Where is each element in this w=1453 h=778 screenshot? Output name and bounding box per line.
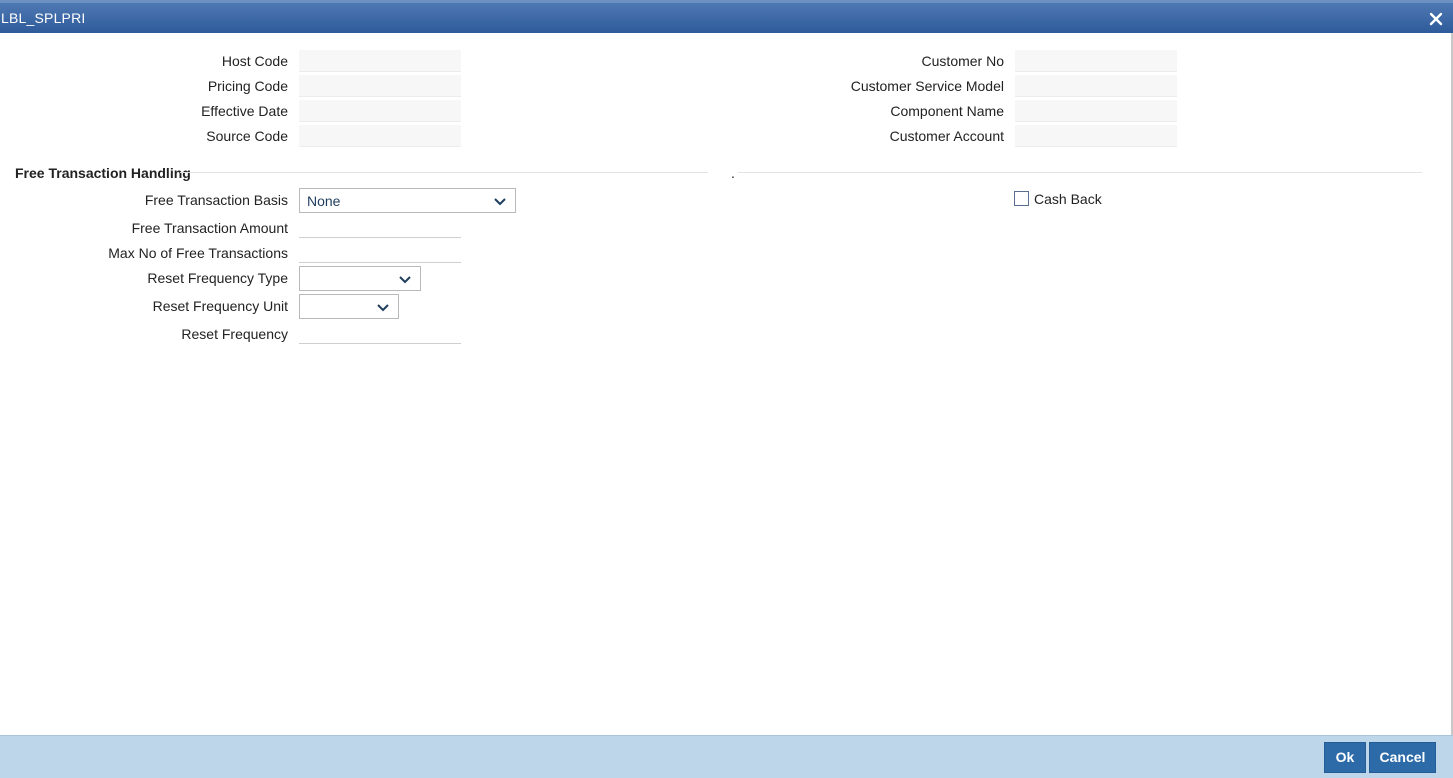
customer-account-label: Customer Account [889, 128, 1004, 144]
max-free-transactions-input[interactable] [299, 239, 461, 263]
customer-no-field [1015, 50, 1177, 72]
reset-frequency-type-label: Reset Frequency Type [147, 270, 288, 286]
section-divider-right [738, 172, 1422, 173]
reset-frequency-input[interactable] [299, 320, 461, 344]
source-code-field [299, 125, 461, 147]
cancel-button[interactable]: Cancel [1369, 742, 1436, 773]
effective-date-label: Effective Date [201, 103, 288, 119]
reset-frequency-label: Reset Frequency [181, 326, 288, 342]
pricing-code-label: Pricing Code [207, 78, 288, 94]
chevron-down-icon [398, 273, 412, 285]
section-divider-left [180, 172, 708, 173]
customer-service-model-label: Customer Service Model [850, 78, 1004, 94]
max-free-transactions-label: Max No of Free Transactions [108, 245, 288, 261]
reset-frequency-unit-label: Reset Frequency Unit [152, 298, 288, 314]
section-title: Free Transaction Handling [15, 165, 191, 181]
pricing-code-field [299, 75, 461, 97]
cash-back-checkbox[interactable] [1014, 191, 1029, 206]
customer-no-label: Customer No [921, 53, 1004, 69]
chevron-down-icon [493, 195, 507, 207]
free-transaction-amount-input[interactable] [299, 214, 461, 238]
free-transaction-amount-label: Free Transaction Amount [131, 220, 288, 236]
dialog-title: LBL_SPLPRI [1, 10, 86, 26]
ok-button[interactable]: Ok [1324, 742, 1366, 773]
reset-frequency-unit-select[interactable] [299, 294, 399, 319]
effective-date-field [299, 100, 461, 122]
source-code-label: Source Code [206, 128, 288, 144]
free-transaction-basis-select[interactable]: None [299, 188, 516, 213]
reset-frequency-type-select[interactable] [299, 266, 421, 291]
chevron-down-icon [376, 301, 390, 313]
host-code-field [299, 50, 461, 72]
section-marker: . [731, 165, 735, 181]
cash-back-label[interactable]: Cash Back [1034, 191, 1102, 207]
free-transaction-basis-value: None [307, 193, 341, 209]
component-name-field [1015, 100, 1177, 122]
free-transaction-basis-label: Free Transaction Basis [144, 192, 288, 208]
close-icon[interactable] [1426, 7, 1446, 29]
customer-service-model-field [1015, 75, 1177, 97]
component-name-label: Component Name [890, 103, 1004, 119]
host-code-label: Host Code [221, 53, 288, 69]
dialog-footer: Ok Cancel [0, 735, 1453, 778]
dialog-titlebar: LBL_SPLPRI [0, 0, 1453, 33]
customer-account-field [1015, 125, 1177, 147]
